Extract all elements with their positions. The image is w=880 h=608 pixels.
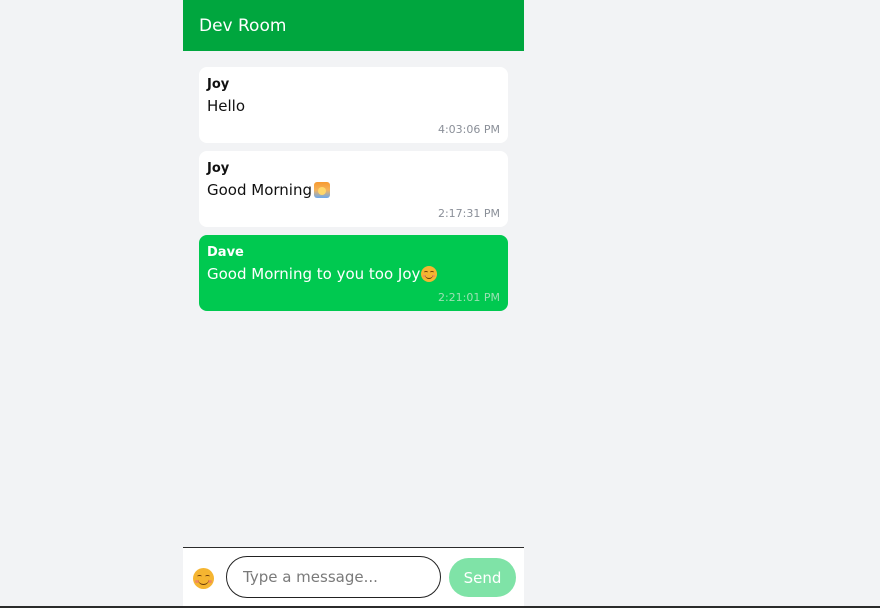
message-input[interactable] bbox=[226, 556, 441, 598]
room-title: Dev Room bbox=[199, 15, 287, 36]
sunrise-emoji-icon bbox=[314, 182, 330, 198]
message-composer: Send bbox=[183, 547, 524, 608]
message-sender: Joy bbox=[207, 77, 230, 92]
message-sender: Joy bbox=[207, 161, 230, 176]
message-bubble: Joy Hello 4:03:06 PM bbox=[199, 67, 508, 143]
chat-header: Dev Room bbox=[183, 0, 524, 51]
message-text-row: Good Morning bbox=[207, 180, 500, 200]
smiling-face-icon bbox=[193, 568, 214, 589]
message-sender: Dave bbox=[207, 245, 244, 260]
smiling-face-emoji-icon bbox=[421, 266, 438, 282]
message-text: Good Morning bbox=[207, 181, 312, 199]
message-list: Joy Hello 4:03:06 PM Joy Good Morning 2:… bbox=[199, 67, 508, 319]
message-text-row: Hello bbox=[207, 96, 500, 116]
message-text-row: Good Morning to you too Joy bbox=[207, 264, 500, 284]
message-timestamp: 4:03:06 PM bbox=[437, 123, 500, 136]
emoji-picker-button[interactable] bbox=[193, 568, 214, 589]
page: Dev Room Joy Hello 4:03:06 PM Joy Good M… bbox=[0, 0, 880, 608]
message-timestamp: 2:21:01 PM bbox=[437, 291, 500, 304]
message-text: Good Morning to you too Joy bbox=[207, 265, 421, 283]
message-text: Hello bbox=[207, 97, 246, 115]
message-bubble: Joy Good Morning 2:17:31 PM bbox=[199, 151, 508, 227]
message-bubble-own: Dave Good Morning to you too Joy 2:21:01… bbox=[199, 235, 508, 311]
chat-panel: Dev Room Joy Hello 4:03:06 PM Joy Good M… bbox=[183, 0, 524, 608]
message-timestamp: 2:17:31 PM bbox=[437, 207, 500, 220]
send-button[interactable]: Send bbox=[449, 558, 516, 597]
